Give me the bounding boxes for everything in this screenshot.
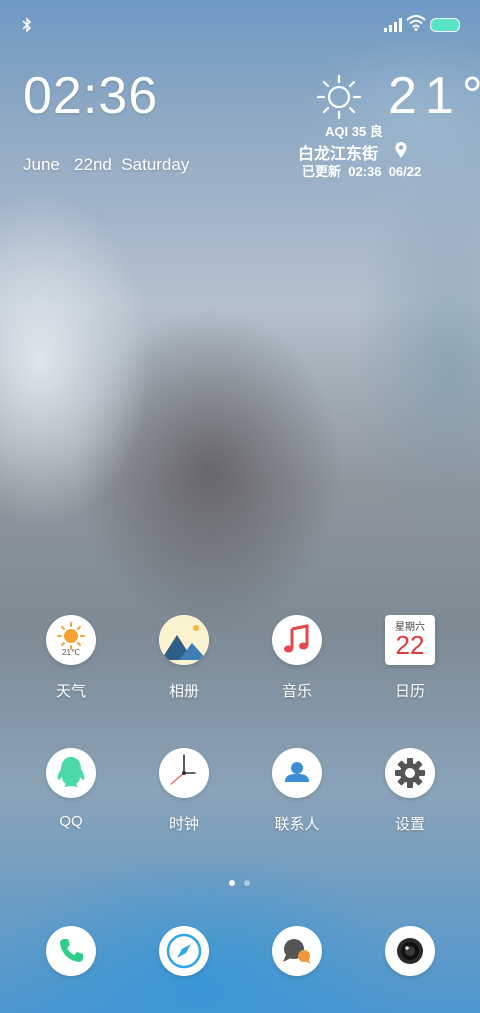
music-app-icon[interactable] [272,615,322,665]
phone-handset-icon [60,939,83,962]
location-pin-icon [395,142,407,158]
phone-icon[interactable] [46,926,96,976]
app-label: 音乐 [281,683,312,700]
weather-updated: 已更新 02:36 06/22 [302,164,422,179]
app-label: 日历 [394,683,425,700]
weather-app-icon[interactable]: 21℃ [46,615,96,665]
dock-camera[interactable] [360,926,460,976]
mountain-icon [159,615,209,665]
battery-icon [431,19,459,31]
status-bar [0,0,480,48]
camera-lens-icon [397,938,423,964]
app-label: 时钟 [168,816,199,833]
app-clock[interactable]: 时钟 [134,748,234,834]
app-label: 相册 [168,683,199,700]
app-qq[interactable]: QQ [21,748,121,830]
app-settings[interactable]: 设置 [360,748,460,834]
app-gallery[interactable]: 相册 [134,615,234,701]
calendar-day: 22 [395,630,425,660]
dock-messages[interactable] [247,926,347,976]
app-contacts[interactable]: 联系人 [247,748,347,834]
person-icon [285,762,309,782]
settings-app-icon[interactable] [385,748,435,798]
wifi-icon [406,15,426,31]
app-label: QQ [59,813,83,830]
sun-icon[interactable] [316,74,362,120]
clock-date: June 22nd Saturday [23,155,190,174]
app-weather[interactable]: 21℃ 天气 [21,615,121,701]
qq-app-icon[interactable] [46,748,96,798]
app-calendar[interactable]: 星期六 22 日历 [360,615,460,701]
app-label: 天气 [55,683,86,700]
clock-time[interactable]: 02:36 [23,66,158,126]
penguin-icon [57,757,85,787]
bluetooth-icon [22,17,32,33]
app-music[interactable]: 音乐 [247,615,347,701]
messages-icon[interactable] [272,926,322,976]
camera-icon[interactable] [385,926,435,976]
gallery-app-icon[interactable] [159,615,209,665]
signal-icon [384,18,402,32]
calendar-app-icon[interactable]: 星期六 22 [385,615,435,665]
gear-icon [395,758,425,788]
page-indicator[interactable] [229,873,259,891]
page-dot-active[interactable] [229,880,235,886]
weather-app-temp: 21℃ [62,648,80,657]
dock-phone[interactable] [21,926,121,976]
app-label: 设置 [394,816,425,833]
compass-icon [166,933,202,969]
clock-app-icon[interactable] [159,748,209,798]
weather-aqi: AQI 35 良 [325,124,383,139]
chat-bubbles-icon [283,939,311,964]
browser-icon[interactable] [159,926,209,976]
contacts-app-icon[interactable] [272,748,322,798]
clock-face-icon [170,754,196,785]
app-label: 联系人 [274,816,320,833]
dock-browser[interactable] [134,926,234,976]
page-dot[interactable] [244,880,250,886]
weather-temperature: 21° [388,67,480,125]
sun-small-icon [57,622,85,650]
music-note-icon [284,624,309,653]
